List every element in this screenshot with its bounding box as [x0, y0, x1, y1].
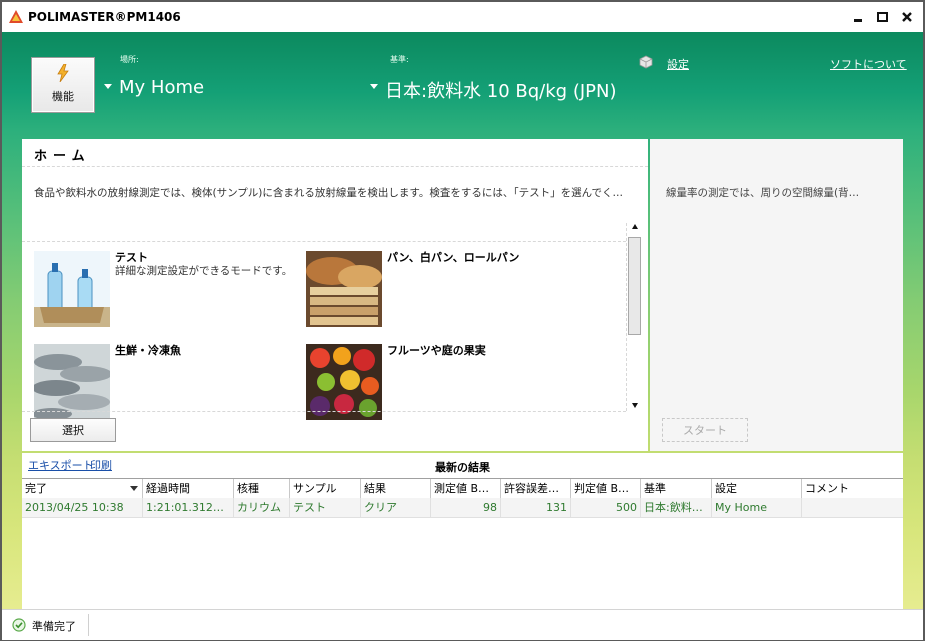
scrollbar-thumb[interactable] [628, 237, 641, 335]
fruits-image[interactable] [306, 344, 382, 420]
column-header[interactable]: 許容誤差… [501, 479, 571, 498]
status-text: 準備完了 [32, 620, 76, 633]
sort-descending-icon[interactable] [130, 486, 138, 491]
app-logo-icon [9, 10, 23, 23]
status-separator [88, 614, 89, 636]
window-title: POLIMASTER®PM1406 [28, 10, 181, 24]
results-table-header: 完了 経過時間 核種 サンプル 結果 測定値 B… 許容誤差… 判定値 B… 基… [22, 478, 903, 499]
select-button[interactable]: 選択 [30, 418, 116, 442]
card-title[interactable]: 生鮮・冷凍魚 [115, 342, 181, 358]
fish-image[interactable] [34, 344, 110, 420]
standard-select[interactable]: 日本:飲料水 10 Bq/kg (JPN) [385, 77, 617, 103]
column-header[interactable]: 核種 [234, 479, 290, 498]
results-panel: エキスポート 印刷 最新の結果 完了 経過時間 核種 サンプル 結果 測定値 B… [22, 453, 903, 621]
table-cell: 2013/04/25 10:38 [22, 498, 143, 517]
settings-cube-icon[interactable] [638, 55, 654, 69]
bread-image[interactable] [306, 251, 382, 327]
home-panel: ホーム 食品や飲料水の放射線測定では、検体(サンプル)に含まれる放射線量を検出し… [22, 139, 648, 451]
column-header[interactable]: コメント [802, 479, 903, 498]
start-button[interactable]: スタート [662, 418, 748, 442]
table-cell [802, 498, 903, 517]
table-cell: カリウム [234, 498, 290, 517]
column-header[interactable]: 基準 [641, 479, 712, 498]
table-cell: クリア [361, 498, 431, 517]
test-bottles-image[interactable] [34, 251, 110, 327]
maximize-icon[interactable] [875, 10, 891, 24]
settings-link[interactable]: 設定 [667, 56, 689, 72]
divider [22, 241, 626, 242]
table-cell: 日本:飲料… [641, 498, 712, 517]
table-cell: 500 [571, 498, 641, 517]
title-bar[interactable]: POLIMASTER®PM1406 [2, 2, 923, 33]
app-window: POLIMASTER®PM1406 機能 場所: My Home 基準: 日本:… [0, 0, 925, 641]
close-icon[interactable] [899, 10, 915, 24]
function-button-label: 機能 [52, 90, 74, 103]
status-bar: 準備完了 [2, 609, 923, 640]
card-title[interactable]: パン、白パン、ロールパン [387, 249, 519, 265]
card-subtitle: 詳細な測定設定ができるモードです。 [115, 265, 293, 277]
location-select[interactable]: My Home [119, 77, 204, 98]
standard-dropdown-icon[interactable] [370, 84, 378, 89]
check-circle-icon [12, 618, 26, 632]
location-dropdown-icon[interactable] [104, 84, 112, 89]
column-header[interactable]: 結果 [361, 479, 431, 498]
dose-rate-description: 線量率の測定では、周りの空間線量(背… [666, 187, 860, 199]
column-header[interactable]: 経過時間 [143, 479, 234, 498]
column-header[interactable]: サンプル [290, 479, 361, 498]
column-header[interactable]: 設定 [712, 479, 802, 498]
divider [22, 166, 648, 167]
home-description: 食品や飲料水の放射線測定では、検体(サンプル)に含まれる放射線量を検出します。検… [34, 187, 624, 199]
card-title[interactable]: フルーツや庭の果実 [387, 342, 486, 358]
about-link[interactable]: ソフトについて [830, 56, 907, 72]
function-button[interactable]: 機能 [31, 57, 95, 113]
location-caption: 場所: [120, 55, 139, 64]
table-cell: My Home [712, 498, 802, 517]
table-row[interactable]: 2013/04/25 10:38 1:21:01.312… カリウム テスト ク… [22, 498, 903, 518]
main-area: 機能 場所: My Home 基準: 日本:飲料水 10 Bq/kg (JPN)… [2, 32, 923, 621]
minimize-icon[interactable] [851, 10, 867, 24]
column-header[interactable]: 測定値 B… [431, 479, 501, 498]
divider [22, 411, 626, 412]
table-cell: 1:21:01.312… [143, 498, 234, 517]
column-header[interactable]: 判定値 B… [571, 479, 641, 498]
table-cell: 131 [501, 498, 571, 517]
table-cell: 98 [431, 498, 501, 517]
column-header[interactable]: 完了 [22, 479, 143, 498]
lightning-icon [57, 64, 69, 82]
results-title: 最新の結果 [435, 461, 490, 474]
home-title: ホーム [34, 149, 91, 164]
standard-caption: 基準: [390, 55, 409, 64]
table-cell: テスト [290, 498, 361, 517]
dose-rate-panel: 線量率の測定では、周りの空間線量(背… スタート [650, 139, 903, 451]
